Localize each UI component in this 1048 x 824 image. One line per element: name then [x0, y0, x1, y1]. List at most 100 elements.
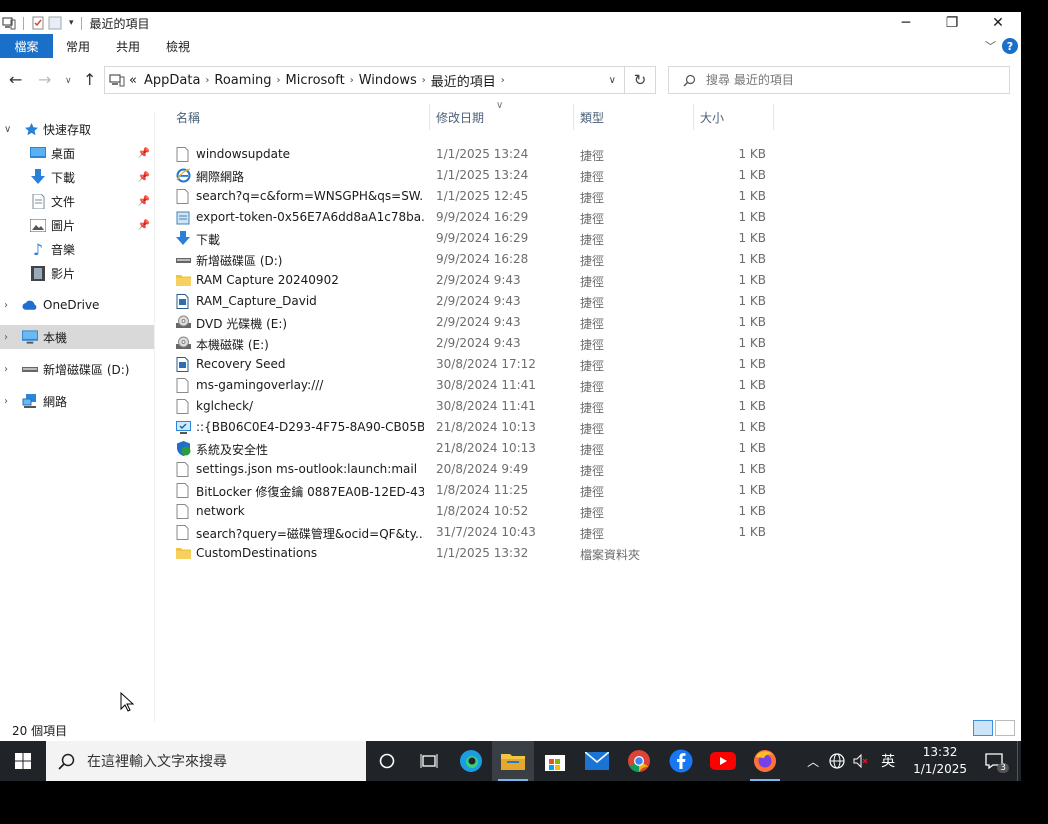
network-globe-icon[interactable] [829, 753, 845, 769]
taskbar-chrome[interactable] [618, 741, 660, 781]
chevron-right-icon[interactable]: › [350, 75, 354, 86]
back-arrow-icon[interactable]: ← [9, 70, 22, 89]
chevron-right-icon[interactable]: › [205, 75, 209, 86]
file-row[interactable]: network 1/8/2024 10:52 捷徑 1 KB [172, 501, 772, 522]
breadcrumb-appdata[interactable]: AppData [144, 73, 200, 88]
tab-share[interactable]: 共用 [103, 34, 153, 58]
taskbar-mail[interactable] [576, 741, 618, 781]
refresh-button[interactable]: ↻ [625, 66, 656, 94]
file-row[interactable]: BitLocker 修復金鑰 0887EA0B-12ED-43... 1/8/20… [172, 480, 772, 501]
chevron-down-icon[interactable]: ∨ [4, 124, 11, 135]
show-desktop-button[interactable] [1017, 741, 1021, 781]
file-row[interactable]: 新增磁碟區 (D:) 9/9/2024 16:28 捷徑 1 KB [172, 249, 772, 270]
pin-icon[interactable]: 📌 [138, 172, 150, 183]
breadcrumb-recent[interactable]: 最近的項目 [431, 71, 496, 90]
chevron-right-icon[interactable]: › [4, 364, 8, 375]
file-row[interactable]: 本機磁碟 (E:) 2/9/2024 9:43 捷徑 1 KB [172, 333, 772, 354]
properties-icon[interactable] [31, 16, 45, 30]
up-arrow-icon[interactable]: ↑ [83, 70, 96, 89]
taskbar-store[interactable] [534, 741, 576, 781]
chevron-right-icon[interactable]: › [501, 75, 505, 86]
chevron-right-icon[interactable]: › [277, 75, 281, 86]
pin-icon[interactable]: 📌 [138, 220, 150, 231]
nav-item-documents[interactable]: 文件 📌 [0, 189, 154, 213]
details-view-button[interactable] [973, 720, 993, 736]
nav-item-music[interactable]: ♪ 音樂 [0, 237, 154, 261]
taskbar-edge[interactable] [450, 741, 492, 781]
system-tray: ︿ 英 13:32 1/1/2025 3 [801, 741, 1021, 781]
customize-toolbar-chevron-icon[interactable]: ▾ [69, 18, 74, 28]
expand-ribbon-chevron-icon[interactable]: ﹀ [985, 38, 996, 54]
taskbar-youtube[interactable] [702, 741, 744, 781]
file-row[interactable]: 系統及安全性 21/8/2024 10:13 捷徑 1 KB [172, 438, 772, 459]
nav-item-desktop[interactable]: 桌面 📌 [0, 141, 154, 165]
chevron-right-icon[interactable]: › [422, 75, 426, 86]
file-type: 捷徑 [580, 359, 605, 373]
chevron-right-icon[interactable]: › [4, 300, 8, 311]
search-box[interactable] [668, 66, 1010, 94]
recent-locations-chevron-icon[interactable]: ∨ [65, 76, 72, 86]
file-row[interactable]: export-token-0x56E7A6dd8aA1c78ba... 9/9/2… [172, 207, 772, 228]
file-row[interactable]: DVD 光碟機 (E:) 2/9/2024 9:43 捷徑 1 KB [172, 312, 772, 333]
file-row[interactable]: kglcheck/30/8/2024 11:41 捷徑 1 KB [172, 396, 772, 417]
pc-icon[interactable] [2, 16, 16, 30]
ime-indicator[interactable]: 英 [881, 751, 895, 771]
column-header-type[interactable]: 類型 [576, 104, 694, 130]
tab-view[interactable]: 檢視 [153, 34, 203, 58]
breadcrumb-microsoft[interactable]: Microsoft [286, 73, 345, 88]
nav-item-videos[interactable]: 影片 [0, 261, 154, 285]
notification-center-button[interactable]: 3 [985, 753, 1009, 773]
task-view-button[interactable] [408, 741, 450, 781]
nav-network[interactable]: › 網路 [0, 389, 154, 413]
taskbar-facebook[interactable] [660, 741, 702, 781]
nav-this-pc[interactable]: › 本機 [0, 325, 154, 349]
new-folder-icon[interactable] [48, 16, 62, 30]
speaker-muted-icon[interactable] [853, 753, 869, 769]
nav-quick-access[interactable]: ∨ 快速存取 [0, 117, 154, 141]
pin-icon[interactable]: 📌 [138, 196, 150, 207]
address-history-chevron-icon[interactable]: ∨ [609, 75, 616, 86]
nav-onedrive[interactable]: › OneDrive [0, 293, 154, 317]
chevron-right-icon[interactable]: › [4, 332, 8, 343]
breadcrumb-roaming[interactable]: Roaming [214, 73, 271, 88]
clock[interactable]: 13:32 1/1/2025 [913, 744, 967, 778]
minimize-button[interactable]: ─ [883, 12, 929, 34]
nav-drive-d[interactable]: › 新增磁碟區 (D:) [0, 357, 154, 381]
file-row[interactable]: 網際網路 1/1/2025 13:24 捷徑 1 KB [172, 165, 772, 186]
help-icon[interactable]: ? [1002, 38, 1018, 54]
file-row[interactable]: search?q=c&form=WNSGPH&qs=SW... 1/1/2025 … [172, 186, 772, 207]
tab-home[interactable]: 常用 [53, 34, 103, 58]
column-header-name[interactable]: 名稱 [172, 104, 430, 130]
file-row[interactable]: 下載 9/9/2024 16:29 捷徑 1 KB [172, 228, 772, 249]
file-row[interactable]: CustomDestinations 1/1/2025 13:32 檔案資料夾 [172, 543, 772, 564]
file-row[interactable]: RAM Capture 20240902 2/9/2024 9:43 捷徑 1 KB [172, 270, 772, 291]
start-button[interactable] [0, 741, 46, 781]
breadcrumb-windows[interactable]: Windows [359, 73, 417, 88]
forward-arrow-icon[interactable]: → [38, 70, 51, 89]
pin-icon[interactable]: 📌 [138, 148, 150, 159]
maximize-button[interactable]: ❐ [929, 12, 975, 34]
taskbar-file-explorer[interactable] [492, 741, 534, 781]
taskbar-firefox[interactable] [744, 741, 786, 781]
close-button[interactable]: ✕ [975, 12, 1021, 34]
nav-item-downloads[interactable]: 下載 📌 [0, 165, 154, 189]
tab-file[interactable]: 檔案 [0, 34, 53, 58]
file-row[interactable]: RAM_Capture_David 2/9/2024 9:43 捷徑 1 KB [172, 291, 772, 312]
nav-item-pictures[interactable]: 圖片 📌 [0, 213, 154, 237]
file-row[interactable]: settings.json ms-outlook:launch:mail 20/8… [172, 459, 772, 480]
file-row[interactable]: windowsupdate 1/1/2025 13:24 捷徑 1 KB [172, 144, 772, 165]
search-input[interactable] [706, 73, 1006, 87]
large-icons-view-button[interactable] [995, 720, 1015, 736]
file-row[interactable]: search?query=磁碟管理&ocid=QF&ty... 31/7/2024… [172, 522, 772, 543]
file-row[interactable]: ms-gamingoverlay:/// 30/8/2024 11:41 捷徑 1 K… [172, 375, 772, 396]
chevron-up-icon[interactable]: ︿ [807, 753, 819, 770]
taskbar-search-box[interactable]: 在這裡輸入文字來搜尋 [46, 741, 366, 781]
breadcrumb-overflow[interactable]: « [129, 73, 137, 88]
column-header-size[interactable]: 大小 [696, 104, 774, 130]
chevron-right-icon[interactable]: › [4, 396, 8, 407]
file-row[interactable]: Recovery Seed 30/8/2024 17:12 捷徑 1 KB [172, 354, 772, 375]
address-bar[interactable]: « AppData › Roaming › Microsoft › Window… [104, 66, 625, 94]
cortana-button[interactable] [366, 741, 408, 781]
file-row[interactable]: ::{BB06C0E4-D293-4F75-8A90-CB05B6... 21/8… [172, 417, 772, 438]
column-header-date[interactable]: 修改日期 [432, 104, 574, 130]
